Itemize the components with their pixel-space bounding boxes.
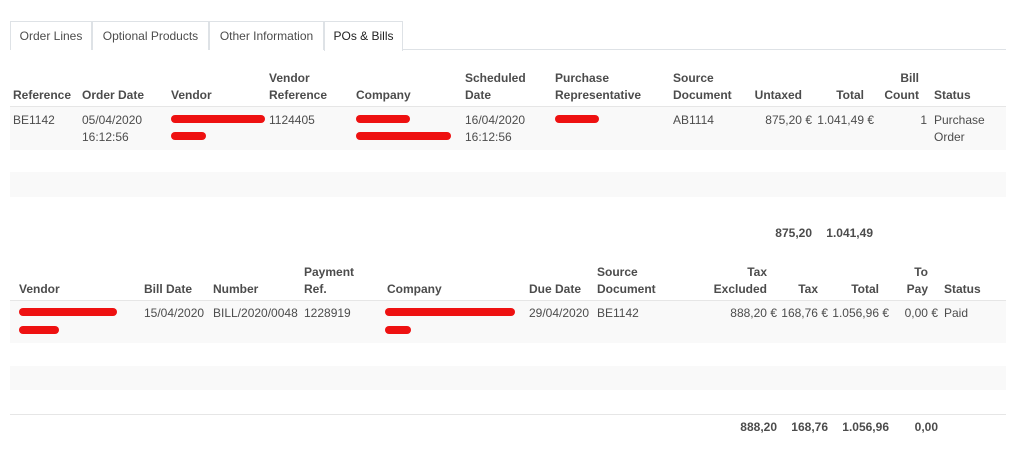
empty-row	[10, 150, 1006, 172]
po-total-untaxed: 875,20	[775, 226, 812, 240]
col-status[interactable]: Status	[934, 87, 971, 104]
po-untaxed: 875,20 €	[765, 113, 812, 127]
po-status: Purchase	[934, 113, 985, 127]
bill-source-document: BE1142	[597, 306, 639, 320]
bill-tax-excluded: 888,20 €	[730, 306, 777, 320]
col-to-pay-line2[interactable]: Pay	[890, 281, 928, 298]
col-payment-ref-line1[interactable]: Payment	[304, 264, 354, 281]
bill-total: 1.056,96 €	[832, 306, 889, 320]
col-order-date[interactable]: Order Date	[82, 87, 144, 104]
col-bill-count-line2[interactable]: Count	[880, 87, 919, 104]
po-status-line2: Order	[934, 130, 965, 144]
col-scheduled-date-line1[interactable]: Scheduled	[465, 70, 526, 87]
bills-total-to-pay: 0,00	[914, 420, 938, 434]
col-purchase-rep-line2[interactable]: Representative	[555, 87, 641, 104]
redacted-company	[385, 308, 515, 316]
redacted-company	[356, 115, 410, 123]
bill-due-date: 29/04/2020	[529, 306, 590, 320]
col-vendor-reference-line2[interactable]: Reference	[269, 87, 327, 104]
empty-row	[10, 172, 1006, 197]
redacted-vendor	[171, 132, 206, 140]
footer-divider	[10, 414, 1006, 415]
purchase-orders-table: Reference Order Date Vendor Vendor Refer…	[10, 0, 1006, 250]
col-source-document-line2[interactable]: Document	[597, 281, 656, 298]
bill-date: 15/04/2020	[144, 306, 205, 320]
col-bill-count-line1[interactable]: Bill	[880, 70, 919, 87]
empty-row	[10, 366, 1006, 390]
bill-number: BILL/2020/0048	[213, 306, 298, 320]
po-reference: BE1142	[13, 113, 55, 127]
po-source-document: AB1114	[673, 113, 714, 127]
redacted-company	[385, 326, 411, 334]
col-payment-ref-line2[interactable]: Ref.	[304, 281, 327, 298]
redacted-vendor	[171, 115, 265, 123]
redacted-representative	[555, 115, 599, 123]
col-source-document-line1[interactable]: Source	[673, 70, 714, 87]
col-due-date[interactable]: Due Date	[529, 281, 581, 298]
vendor-bills-table: Vendor Bill Date Number Payment Ref. Com…	[10, 250, 1006, 455]
po-scheduled-date: 16/04/2020	[465, 113, 526, 127]
bills-total-tax-excluded: 888,20	[740, 420, 777, 434]
po-vendor-reference: 1124405	[269, 113, 315, 127]
redacted-vendor	[19, 326, 59, 334]
redacted-company	[356, 132, 451, 140]
col-company[interactable]: Company	[356, 87, 411, 104]
po-scheduled-time: 16:12:56	[465, 130, 512, 144]
col-tax-excluded-line2[interactable]: Excluded	[700, 281, 767, 298]
col-tax-excluded-line1[interactable]: Tax	[700, 264, 767, 281]
po-bill-count: 1	[920, 113, 927, 127]
col-reference[interactable]: Reference	[13, 87, 71, 104]
po-order-time: 16:12:56	[82, 130, 129, 144]
bill-payment-ref: 1228919	[304, 306, 351, 320]
col-scheduled-date-line2[interactable]: Date	[465, 87, 491, 104]
po-total: 1.041,49 €	[817, 113, 874, 127]
po-total-total: 1.041,49	[826, 226, 873, 240]
bill-to-pay: 0,00 €	[904, 306, 938, 320]
col-number[interactable]: Number	[213, 281, 258, 298]
redacted-vendor	[19, 308, 117, 316]
col-vendor[interactable]: Vendor	[171, 87, 212, 104]
col-source-document-line1[interactable]: Source	[597, 264, 638, 281]
bills-total-total: 1.056,96	[842, 420, 889, 434]
col-purchase-rep-line1[interactable]: Purchase	[555, 70, 609, 87]
empty-row	[10, 390, 1006, 414]
po-order-date: 05/04/2020	[82, 113, 143, 127]
col-source-document-line2[interactable]: Document	[673, 87, 732, 104]
col-company[interactable]: Company	[387, 281, 442, 298]
empty-row	[10, 343, 1006, 366]
col-total[interactable]: Total	[820, 281, 879, 298]
col-vendor-reference-line1[interactable]: Vendor	[269, 70, 310, 87]
col-untaxed[interactable]: Untaxed	[740, 87, 802, 104]
col-status[interactable]: Status	[944, 281, 981, 298]
bill-status: Paid	[944, 306, 969, 320]
col-vendor[interactable]: Vendor	[19, 281, 60, 298]
col-total[interactable]: Total	[810, 87, 864, 104]
col-tax[interactable]: Tax	[770, 281, 818, 298]
col-bill-date[interactable]: Bill Date	[144, 281, 192, 298]
col-to-pay-line1[interactable]: To	[890, 264, 928, 281]
